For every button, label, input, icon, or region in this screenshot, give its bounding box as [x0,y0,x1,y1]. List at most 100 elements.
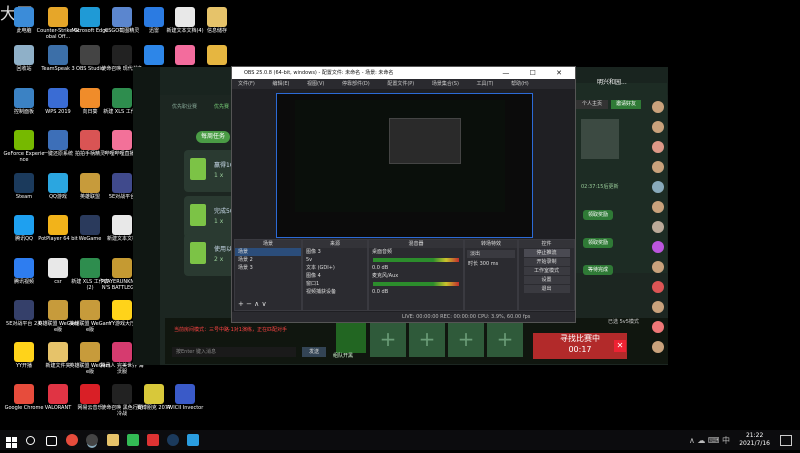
window-controls[interactable]: — ☐ ✕ [502,67,571,79]
chat-input[interactable]: 按Enter 键入消息 [172,347,296,357]
avatar[interactable] [652,281,664,293]
desktop: 此电脑 Counter-Strike Global Off... Microsoft… [0,0,800,430]
start-recording-button[interactable]: 开始录制 [523,258,570,266]
settings-button[interactable]: 设置 [523,276,570,284]
source-item[interactable]: 5v [303,256,367,264]
stop-streaming-button[interactable]: 停止推流 [523,249,570,257]
menu-help[interactable]: 帮助(H) [511,81,529,87]
shortcut-icon [175,384,195,404]
shortcut-icon [112,7,132,27]
transition-select[interactable]: 淡出 [467,250,515,258]
shortcut-icon [144,384,164,404]
add-teammate-slot[interactable]: + [409,323,445,357]
menu-scene-collection[interactable]: 场景集合(S) [432,81,459,87]
avatar[interactable] [652,301,664,313]
avatar[interactable] [652,341,664,353]
exit-button[interactable]: 退出 [523,285,570,293]
shortcut-icon [80,7,100,27]
shortcut-icon [112,130,132,150]
scene-item[interactable]: 场景 [235,248,301,256]
queue-time: 00:17 [568,345,592,354]
claim-reward-button[interactable]: 领取奖励 [583,210,613,220]
avatar[interactable] [652,241,664,253]
sub-tab-pro[interactable]: 优先职业赛 [172,103,197,110]
app-taskbar-icon[interactable] [187,434,199,446]
notification-icon[interactable] [780,435,792,446]
source-item[interactable]: 窗口1 [303,280,367,288]
menu-edit[interactable]: 编辑(E) [272,81,289,87]
shortcut-icon [80,215,100,235]
obs-taskbar-icon[interactable] [86,434,98,446]
shortcut-icon [112,258,132,278]
cancel-queue-button[interactable]: ✕ [614,340,626,352]
menu-dock[interactable]: 停靠部件(D) [342,81,370,87]
avatar[interactable] [652,121,664,133]
controls-header: 控件 [519,240,574,248]
transition-duration[interactable]: 时长 300 ms [465,260,517,268]
system-tray[interactable]: ∧ ☁ ⌨ 中 [689,435,730,446]
desktop-shortcut[interactable]: AVICII Invector [163,382,207,426]
taskbar: ∧ ☁ ⌨ 中 21:22 2021/7/16 [0,430,800,450]
volume-meter[interactable] [373,282,459,286]
windows-start-icon[interactable] [6,434,18,448]
search-icon[interactable] [26,436,35,445]
claim-reward-button[interactable]: 领取奖励 [583,238,613,248]
shortcut-icon [48,45,68,65]
task-view-icon[interactable] [46,436,57,446]
avatar[interactable] [652,161,664,173]
shortcut-icon [14,45,34,65]
shortcut-icon [80,384,100,404]
invite-friend-button[interactable]: 邀请好友 [611,100,641,109]
avatar[interactable] [652,101,664,113]
chrome-taskbar-icon[interactable] [66,434,78,446]
wait-complete-button[interactable]: 等待完成 [583,265,613,275]
source-item[interactable]: 视频捕获设备 [303,288,367,296]
source-item[interactable]: 图像 3 [303,248,367,256]
mode-logo [336,323,366,353]
menu-profile[interactable]: 配置文件(P) [387,81,414,87]
volume-meter[interactable] [373,258,459,262]
mode-label: 组队开黑 [333,353,354,359]
scene-item[interactable]: 场景 3 [235,264,301,272]
avatar[interactable] [652,261,664,273]
menu-file[interactable]: 文件(F) [238,81,255,87]
taskbar-clock[interactable]: 21:22 2021/7/16 [739,432,770,448]
avatar[interactable] [652,181,664,193]
menu-view[interactable]: 视图(V) [307,81,324,87]
sub-tab-priority[interactable]: 优先赛 [214,103,229,110]
chat-send-button[interactable]: 发送 [302,347,326,357]
scene-controls[interactable]: + − ∧ ∨ [235,300,267,308]
chat-line: 当前房间模式：三号中路·1对1演练，正在匹配对手 [174,327,287,333]
wps-taskbar-icon[interactable] [147,434,159,446]
controls-panel: 控件 停止推流 开始录制 工作室模式 设置 退出 [518,239,575,311]
shortcut-icon [112,384,132,404]
shortcut-label: 信息储存 [206,28,227,34]
shortcut-icon [112,215,132,235]
bottom-right-label[interactable]: 已选 5v5模式 [608,318,639,325]
5e-taskbar-icon[interactable] [127,434,139,446]
shortcut-icon [80,300,100,320]
add-teammate-slot[interactable]: + [487,323,523,357]
steam-taskbar-icon[interactable] [167,434,179,446]
obs-preview[interactable] [276,93,533,238]
avatar[interactable] [652,221,664,233]
shortcut-icon [80,130,100,150]
folder-taskbar-icon[interactable] [107,434,119,446]
studio-mode-button[interactable]: 工作室模式 [523,267,570,275]
avatar[interactable] [652,201,664,213]
source-item[interactable]: 图像 4 [303,272,367,280]
avatar[interactable] [652,321,664,333]
add-teammate-slot[interactable]: + [448,323,484,357]
add-teammate-slot[interactable]: + [370,323,406,357]
mixer-db: 0.0 dB [372,289,389,295]
queue-status-button[interactable]: 寻找比赛中 00:17 [533,333,627,359]
task-badge-icon [190,204,206,226]
menu-tools[interactable]: 工具(T) [477,81,494,87]
shortcut-icon [14,7,34,27]
avatar[interactable] [652,141,664,153]
shortcut-icon [48,7,68,27]
task-reward: 1 x [214,218,224,225]
scene-item[interactable]: 场景 2 [235,256,301,264]
source-item[interactable]: 文本 (GDI+) [303,264,367,272]
personal-page-button[interactable]: 个人主页 [576,100,608,109]
